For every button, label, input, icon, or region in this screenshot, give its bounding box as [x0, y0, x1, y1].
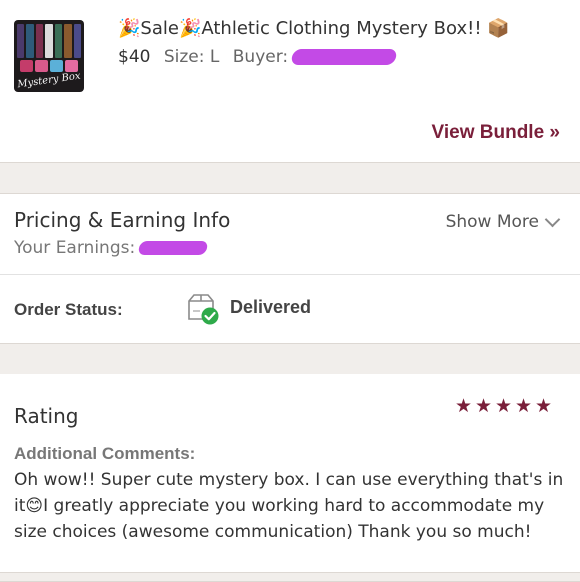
bottom-band [0, 572, 580, 582]
clothing-rack-graphic [14, 24, 84, 58]
section-divider-band [0, 162, 580, 194]
rating-section: Rating ★ ★ ★ ★ ★ Additional Comments: Oh wow… [0, 374, 580, 572]
party-popper-icon: 🎉 [178, 18, 202, 39]
clothing-shelf-graphic [14, 60, 84, 72]
show-more-label: Show More [445, 212, 539, 232]
comment-text-part2: I greatly appreciate you working hard to… [14, 496, 545, 542]
view-bundle-link[interactable]: View Bundle » [432, 122, 560, 144]
star-icon: ★ [515, 395, 533, 417]
thumbnail-caption: Mystery Box [16, 70, 82, 91]
listing-price: $40 [118, 47, 151, 67]
star-icon: ★ [495, 395, 513, 417]
party-popper-icon: 🎉 [118, 18, 141, 39]
star-icon: ★ [535, 395, 553, 417]
earnings-redaction [137, 241, 209, 255]
your-earnings: Your Earnings: [14, 238, 209, 258]
pricing-title: Pricing & Earning Info [14, 208, 231, 232]
star-icon: ★ [475, 395, 493, 417]
star-icon: ★ [455, 395, 473, 417]
pricing-earning-section: Pricing & Earning Info Your Earnings: Sh… [0, 194, 580, 275]
package-icon: 📦 [487, 18, 510, 39]
earnings-label: Your Earnings: [14, 238, 136, 258]
order-status-value: Delivered [230, 297, 312, 317]
listing-title[interactable]: 🎉Sale🎉Athletic Clothing Mystery Box!! 📦 [118, 18, 568, 39]
title-text: Athletic Clothing Mystery Box!! [201, 18, 482, 39]
order-status-label: Order Status: [14, 300, 123, 319]
order-status-section: Order Status: Delivered [0, 275, 580, 343]
listing-thumbnail[interactable]: Mystery Box [14, 20, 84, 92]
buyer-comment: Oh wow!! Super cute mystery box. I can u… [14, 467, 570, 545]
title-sale-word: Sale [140, 18, 179, 39]
show-more-button[interactable]: Show More [445, 211, 561, 232]
smiling-face-icon: 😊 [25, 496, 44, 516]
delivered-box-check-icon [188, 294, 219, 325]
buyer-name-redaction [290, 49, 398, 65]
section-divider-band [0, 343, 580, 375]
star-rating: ★ ★ ★ ★ ★ [455, 395, 553, 417]
rating-title: Rating [14, 404, 79, 428]
chevron-down-icon [544, 211, 561, 228]
listing-meta: $40 Size: L Buyer: [118, 47, 398, 67]
additional-comments-label: Additional Comments: [14, 444, 196, 463]
listing-size: Size: L [163, 47, 220, 67]
order-item: Mystery Box 🎉Sale🎉Athletic Clothing Myst… [0, 0, 580, 162]
buyer-label: Buyer: [232, 47, 289, 67]
